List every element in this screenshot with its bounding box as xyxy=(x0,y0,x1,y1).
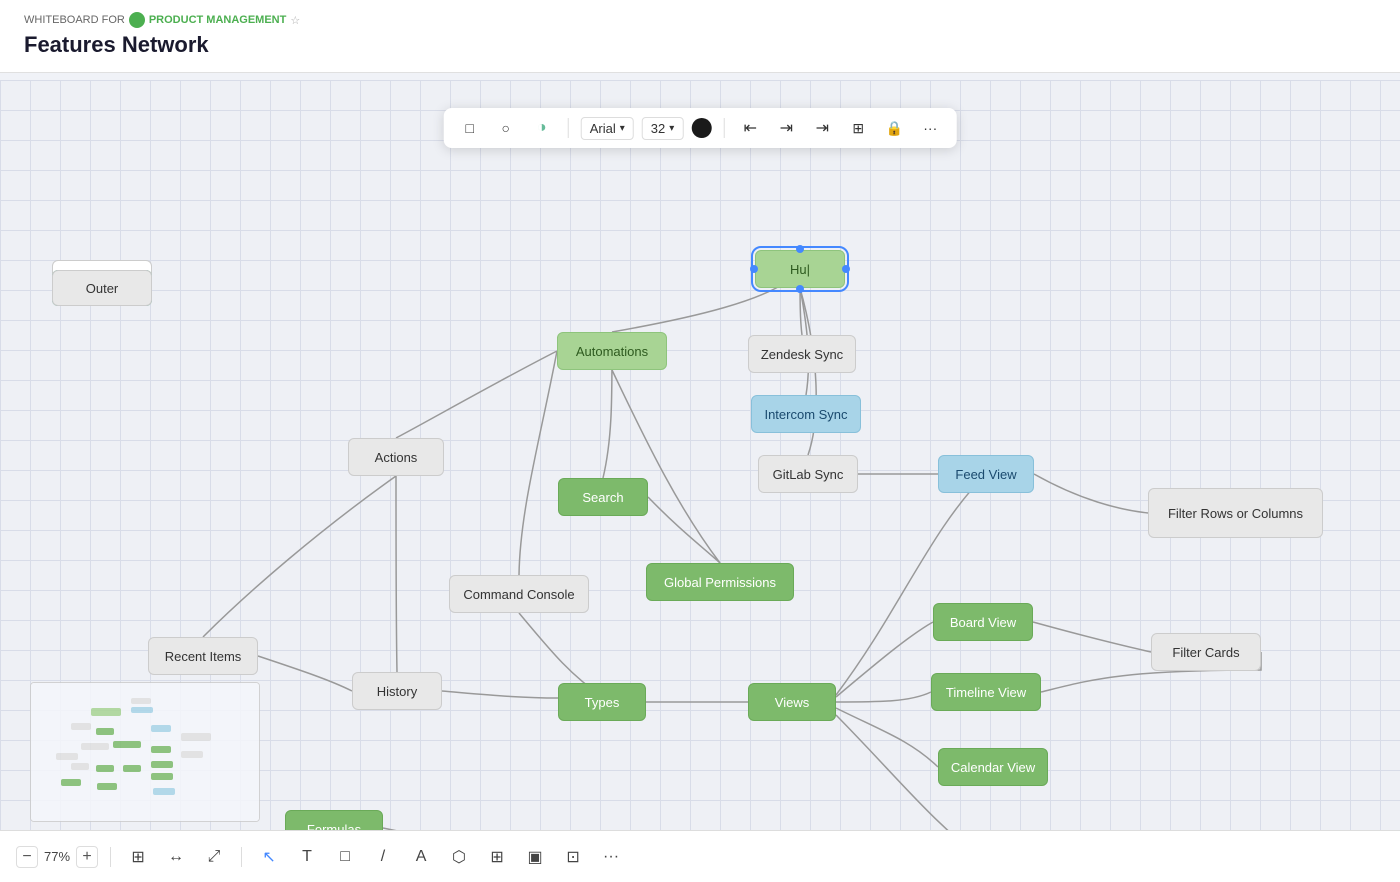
node-gitlab-sync[interactable]: GitLab Sync xyxy=(758,455,858,493)
more-tools-btn[interactable]: ··· xyxy=(596,842,626,872)
node-recent-items[interactable]: Recent Items xyxy=(148,637,258,675)
table-btn[interactable]: ⊞ xyxy=(844,114,872,142)
node-filter-cards[interactable]: Filter Cards xyxy=(1151,633,1261,671)
node-intercom-sync[interactable]: Intercom Sync xyxy=(751,395,861,433)
frame-tool-btn[interactable]: ⊞ xyxy=(123,842,153,872)
more-options-btn[interactable]: ··· xyxy=(916,114,944,142)
canvas[interactable]: □ ○ ◑ Arial ▾ 32 ▾ ⇤ ⇥ ⇥ ⊞ 🔒 ··· xyxy=(0,80,1400,882)
square-shape-btn[interactable]: □ xyxy=(456,114,484,142)
align-left-btn[interactable]: ⇤ xyxy=(736,114,764,142)
node-filter-rows[interactable]: Filter Rows or Columns xyxy=(1148,488,1323,538)
node-board-view[interactable]: Board View xyxy=(933,603,1033,641)
zoom-level: 77% xyxy=(44,849,70,864)
breadcrumb-prefix: WHITEBOARD FOR xyxy=(24,14,125,26)
bottom-toolbar: − 77% + ⊞ ↔ ⤢ ↖ T □ / A ⬡ ⊞ ▣ ⊡ ··· xyxy=(0,830,1400,882)
circle-shape-btn[interactable]: ○ xyxy=(492,114,520,142)
bottom-divider-2 xyxy=(241,847,242,867)
product-logo xyxy=(129,12,145,28)
mixed-shape-btn[interactable]: ◑ xyxy=(528,114,556,142)
expand-tool-btn[interactable]: ⤢ xyxy=(199,842,229,872)
star-icon[interactable]: ☆ xyxy=(290,14,300,27)
arrow-tool-btn[interactable]: A xyxy=(406,842,436,872)
header: WHITEBOARD FOR PRODUCT MANAGEMENT ☆ Feat… xyxy=(0,0,1400,73)
node-search[interactable]: Search xyxy=(558,478,648,516)
node-actions[interactable]: Actions xyxy=(348,438,444,476)
node-history[interactable]: History xyxy=(352,672,442,710)
minimap-svg xyxy=(31,683,260,822)
chevron-down-icon: ▾ xyxy=(620,123,625,134)
node-global-permissions[interactable]: Global Permissions xyxy=(646,563,794,601)
node-calendar-view[interactable]: Calendar View xyxy=(938,748,1048,786)
align-right-btn[interactable]: ⇥ xyxy=(808,114,836,142)
image-tool-btn[interactable]: ⊞ xyxy=(482,842,512,872)
align-center-btn[interactable]: ⇥ xyxy=(772,114,800,142)
color-picker[interactable] xyxy=(691,118,711,138)
embed-tool-btn[interactable]: ⊡ xyxy=(558,842,588,872)
node-hub[interactable]: Hu| xyxy=(755,250,845,288)
zoom-in-btn[interactable]: + xyxy=(76,846,98,868)
fit-tool-btn[interactable]: ↔ xyxy=(161,842,191,872)
zoom-out-btn[interactable]: − xyxy=(16,846,38,868)
node-feed-view[interactable]: Feed View xyxy=(938,455,1034,493)
chevron-down-icon: ▾ xyxy=(669,123,674,134)
zoom-control: − 77% + xyxy=(16,846,98,868)
line-tool-btn[interactable]: / xyxy=(368,842,398,872)
sticky-tool-btn[interactable]: ⬡ xyxy=(444,842,474,872)
node-zendesk-sync[interactable]: Zendesk Sync xyxy=(748,335,856,373)
formatting-toolbar: □ ○ ◑ Arial ▾ 32 ▾ ⇤ ⇥ ⇥ ⊞ 🔒 ··· xyxy=(444,108,957,148)
divider-2 xyxy=(723,118,724,138)
page-title: Features Network xyxy=(24,32,1376,58)
divider-1 xyxy=(568,118,569,138)
breadcrumb-title: PRODUCT MANAGEMENT xyxy=(149,14,287,26)
shape-tool-btn[interactable]: □ xyxy=(330,842,360,872)
minimap xyxy=(30,682,260,822)
node-timeline-view[interactable]: Timeline View xyxy=(931,673,1041,711)
select-tool-btn[interactable]: ↖ xyxy=(254,842,284,872)
node-automations[interactable]: Automations xyxy=(557,332,667,370)
breadcrumb: WHITEBOARD FOR PRODUCT MANAGEMENT ☆ xyxy=(24,12,1376,28)
node-command-console[interactable]: Command Console xyxy=(449,575,589,613)
node-types[interactable]: Types xyxy=(558,683,646,721)
bottom-divider xyxy=(110,847,111,867)
lock-btn[interactable]: 🔒 xyxy=(880,114,908,142)
text-tool-btn[interactable]: T xyxy=(292,842,322,872)
node-views[interactable]: Views xyxy=(748,683,836,721)
table-tool-btn[interactable]: ▣ xyxy=(520,842,550,872)
font-size-select[interactable]: 32 ▾ xyxy=(642,117,684,140)
font-select[interactable]: Arial ▾ xyxy=(581,117,634,140)
